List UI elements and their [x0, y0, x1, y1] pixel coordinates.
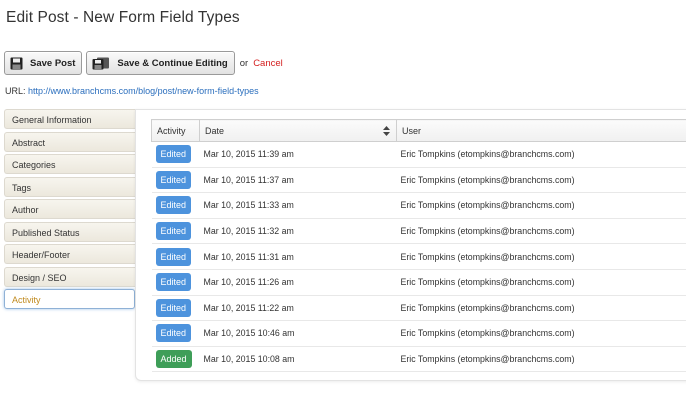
user-cell: Eric Tompkins (etompkins@branchcms.com)	[396, 269, 686, 296]
date-cell: Mar 10, 2015 11:26 am	[199, 269, 397, 296]
activity-cell: Edited	[151, 269, 200, 296]
save-post-label: Save Post	[30, 57, 76, 69]
user-cell: Eric Tompkins (etompkins@branchcms.com)	[396, 167, 686, 194]
url-label: URL:	[5, 86, 26, 96]
activity-badge: Edited	[155, 222, 192, 241]
table-row: Edited Mar 10, 2015 11:32 am Eric Tompkins…	[151, 218, 686, 245]
user-cell: Eric Tompkins (etompkins@branchcms.com)	[396, 320, 686, 347]
activity-badge: Edited	[155, 145, 192, 164]
save-post-button[interactable]: Save Post	[4, 51, 83, 75]
user-cell: Eric Tompkins (etompkins@branchcms.com)	[396, 141, 686, 168]
activity-badge: Edited	[155, 170, 192, 189]
date-cell: Mar 10, 2015 11:31 am	[199, 243, 397, 270]
table-row: Edited Mar 10, 2015 11:39 am Eric Tompkins…	[151, 141, 686, 168]
column-header-date[interactable]: Date	[199, 119, 397, 142]
or-text: or	[239, 57, 249, 69]
sidebar-item-published-status[interactable]: Published Status	[4, 221, 135, 242]
date-cell: Mar 10, 2015 11:33 am	[199, 192, 397, 219]
activity-badge: Edited	[155, 247, 192, 266]
table-row: Added Mar 10, 2015 10:08 am Eric Tompkins …	[151, 346, 686, 373]
double-floppy-disk-icon	[92, 57, 110, 70]
user-cell: Eric Tompkins (etompkins@branchcms.com)	[396, 295, 686, 322]
page-title: Edit Post - New Form Field Types	[6, 9, 240, 26]
activity-badge: Edited	[155, 273, 192, 292]
activity-badge: Added	[155, 350, 192, 369]
column-header-date-label: Date	[205, 125, 225, 136]
table-row: Edited Mar 10, 2015 11:26 am Eric Tompkins…	[151, 269, 686, 296]
table-row: Edited Mar 10, 2015 10:46 am Eric Tompkins…	[151, 320, 686, 347]
url-line: URL: http://www.branchcms.com/blog/post/…	[5, 86, 259, 96]
column-header-activity[interactable]: Activity	[151, 119, 200, 142]
activity-cell: Added	[151, 346, 200, 373]
activity-badge: Edited	[155, 298, 192, 317]
sidebar-item-categories[interactable]: Categories	[4, 154, 135, 174]
activity-cell: Edited	[151, 295, 200, 322]
sidebar: General Information Abstract Categories Tag…	[4, 109, 135, 312]
sidebar-item-tags[interactable]: Tags	[4, 176, 135, 197]
user-cell: Eric Tompkins (etompkins@branchcms.com)	[396, 192, 686, 219]
sort-updown-icon[interactable]	[383, 126, 390, 136]
user-cell: Eric Tompkins (etompkins@branchcms.com)	[396, 218, 686, 245]
activity-cell: Edited	[151, 243, 200, 270]
table-row: Edited Mar 10, 2015 11:22 am Eric Tompkins…	[151, 295, 686, 322]
sidebar-item-design-seo[interactable]: Design / SEO	[4, 266, 135, 287]
date-cell: Mar 10, 2015 10:46 am	[199, 320, 397, 347]
date-cell: Mar 10, 2015 10:08 am	[199, 346, 397, 373]
activity-cell: Edited	[151, 141, 200, 168]
table-header-row: Activity Date User	[151, 119, 686, 142]
date-cell: Mar 10, 2015 11:39 am	[199, 141, 397, 168]
toolbar: Save Post Save & Continue Editing or Can…	[4, 51, 283, 75]
activity-badge: Edited	[155, 324, 192, 343]
sidebar-item-general-information[interactable]: General Information	[4, 109, 135, 129]
save-continue-label: Save & Continue Editing	[117, 57, 228, 69]
table-row: Edited Mar 10, 2015 11:37 am Eric Tompkins…	[151, 167, 686, 194]
sidebar-item-activity[interactable]: Activity	[4, 289, 135, 309]
url-link[interactable]: http://www.branchcms.com/blog/post/new-f…	[28, 86, 259, 96]
column-header-user[interactable]: User	[396, 119, 686, 142]
save-continue-button[interactable]: Save & Continue Editing	[86, 51, 235, 75]
activity-cell: Edited	[151, 192, 200, 219]
activity-cell: Edited	[151, 320, 200, 347]
floppy-disk-icon	[10, 57, 23, 70]
user-cell: Eric Tompkins (etompkins@branchcms.com)	[396, 346, 686, 373]
sidebar-item-author[interactable]: Author	[4, 199, 135, 219]
date-cell: Mar 10, 2015 11:22 am	[199, 295, 397, 322]
activity-cell: Edited	[151, 218, 200, 245]
activity-cell: Edited	[151, 167, 200, 194]
activity-table: Activity Date User Edited Mar 10, 2015 11…	[151, 119, 686, 373]
sidebar-item-header-footer[interactable]: Header/Footer	[4, 244, 135, 264]
sidebar-item-abstract[interactable]: Abstract	[4, 131, 135, 152]
date-cell: Mar 10, 2015 11:37 am	[199, 167, 397, 194]
activity-panel: Activity Date User Edited Mar 10, 2015 11…	[135, 109, 686, 381]
activity-badge: Edited	[155, 196, 192, 215]
user-cell: Eric Tompkins (etompkins@branchcms.com)	[396, 243, 686, 270]
table-row: Edited Mar 10, 2015 11:33 am Eric Tompkins…	[151, 192, 686, 219]
cancel-link[interactable]: Cancel	[253, 58, 283, 69]
date-cell: Mar 10, 2015 11:32 am	[199, 218, 397, 245]
table-row: Edited Mar 10, 2015 11:31 am Eric Tompkins…	[151, 243, 686, 270]
